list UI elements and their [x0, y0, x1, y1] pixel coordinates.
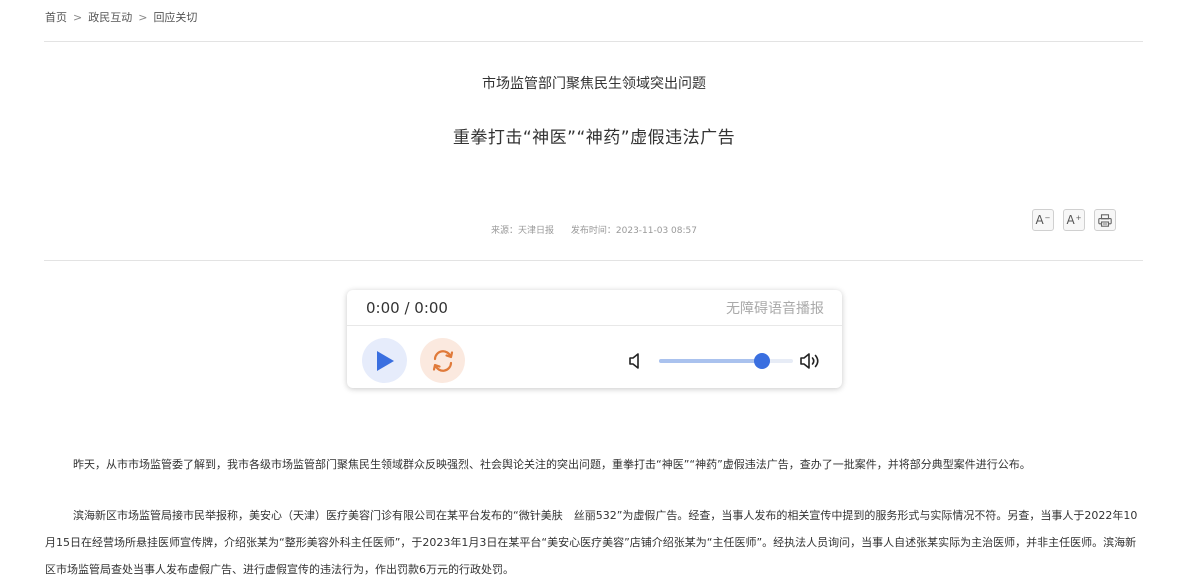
- volume-up-button[interactable]: [799, 352, 823, 374]
- volume-fill: [659, 359, 763, 363]
- article-tools: A − A +: [1032, 209, 1116, 231]
- increase-font-label: A: [1066, 213, 1075, 227]
- article-publish-time: 发布时间：2023-11-03 08:57: [570, 226, 697, 236]
- decrease-font-button[interactable]: A −: [1032, 209, 1054, 231]
- breadcrumb-interaction[interactable]: 政民互动: [88, 9, 132, 25]
- divider: [44, 41, 1143, 42]
- player-label: 无障碍语音播报: [726, 300, 824, 317]
- print-icon: [1098, 213, 1112, 227]
- article-source: 来源：天津日报: [491, 226, 555, 236]
- increase-font-sign: +: [1075, 214, 1082, 222]
- decrease-font-label: A: [1035, 213, 1044, 227]
- breadcrumb-separator: >: [138, 10, 148, 24]
- breadcrumb-response[interactable]: 回应关切: [153, 9, 197, 25]
- volume-slider[interactable]: [659, 353, 793, 369]
- play-icon: [376, 350, 394, 371]
- article-subtitle: 市场监管部门聚焦民生领域突出问题: [482, 76, 706, 92]
- article-paragraph: 昨天，从市市场监管委了解到，我市各级市场监管部门聚焦民生领域群众反映强烈、社会舆…: [73, 458, 1031, 471]
- volume-down-button[interactable]: [628, 352, 642, 374]
- breadcrumb-home[interactable]: 首页: [45, 9, 67, 25]
- play-button[interactable]: [362, 338, 407, 383]
- volume-knob[interactable]: [754, 353, 771, 369]
- article-meta: 来源：天津日报 发布时间：2023-11-03 08:57: [0, 223, 1188, 236]
- divider: [44, 260, 1143, 261]
- article-body: 昨天，从市市场监管委了解到，我市各级市场监管部门聚焦民生领域群众反映强烈、社会舆…: [45, 451, 1145, 478]
- breadcrumb: 首页 > 政民互动 > 回应关切: [45, 9, 197, 25]
- loop-button[interactable]: [420, 338, 465, 383]
- decrease-font-sign: −: [1044, 214, 1051, 222]
- article-page: 首页 > 政民互动 > 回应关切 市场监管部门聚焦民生领域突出问题 重拳打击“神…: [0, 0, 1200, 585]
- article-title: 重拳打击“神医”“神药”虚假违法广告: [452, 128, 736, 148]
- loop-icon: [432, 349, 453, 372]
- article-paragraph: 滨海新区市场监管局接市民举报称，美安心（天津）医疗美容门诊有限公司在某平台发布的…: [45, 509, 1138, 576]
- article-body: 滨海新区市场监管局接市民举报称，美安心（天津）医疗美容门诊有限公司在某平台发布的…: [45, 502, 1145, 583]
- audio-player: 0:00 / 0:00 无障碍语音播报: [347, 290, 842, 388]
- increase-font-button[interactable]: A +: [1063, 209, 1085, 231]
- print-button[interactable]: [1094, 209, 1116, 231]
- player-time: 0:00 / 0:00: [366, 298, 448, 317]
- speaker-low-icon: [629, 353, 639, 369]
- speaker-high-icon: [800, 353, 819, 369]
- breadcrumb-separator: >: [73, 10, 83, 24]
